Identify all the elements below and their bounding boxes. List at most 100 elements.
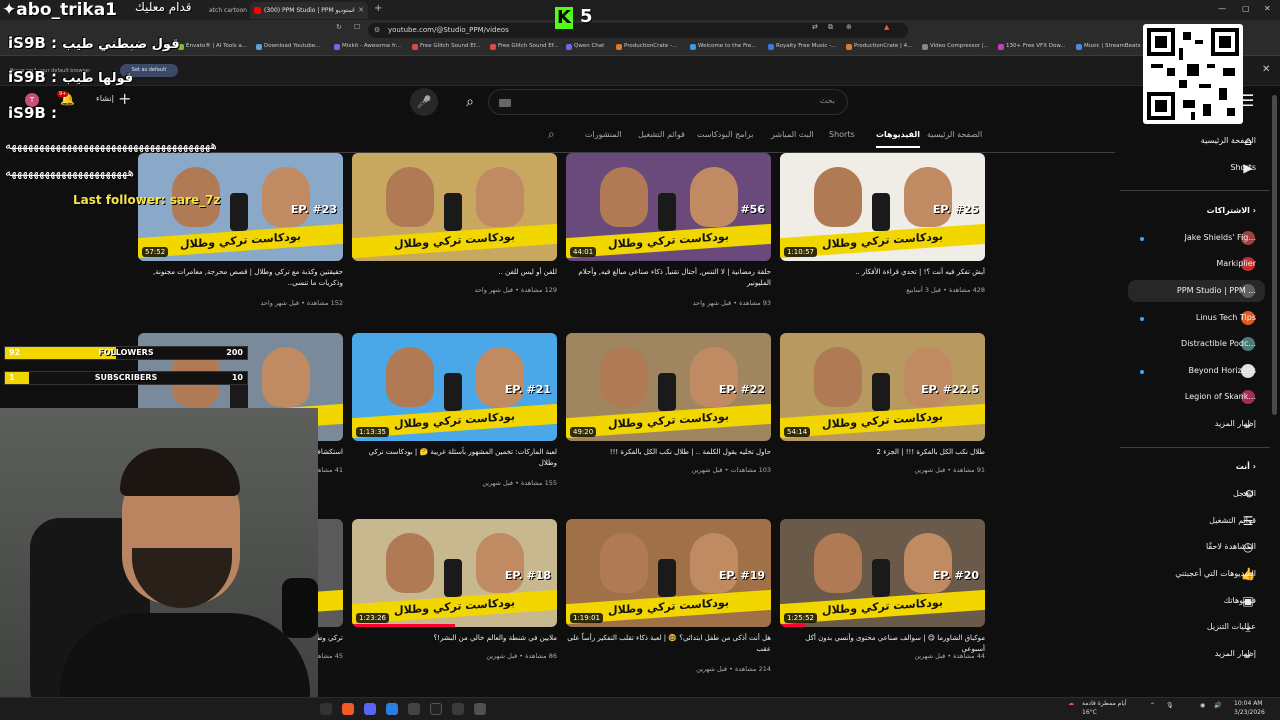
bookmark-item[interactable]: Qwen Chat <box>566 43 604 50</box>
sidebar-subscription-item[interactable]: Jake Shields' Fig... <box>1184 233 1256 242</box>
maximize-icon[interactable]: ▢ <box>1242 4 1250 13</box>
subscriptions-header[interactable]: الاشتراكات › <box>1207 206 1256 215</box>
video-title[interactable]: ملايين في شنطة والعالم خالي من البشر!؟ <box>352 633 557 644</box>
tab-playlists[interactable]: قوائم التشغيل <box>638 130 685 139</box>
chevron-down-icon[interactable]: ⌄ <box>1240 417 1256 431</box>
video-thumbnail[interactable]: بودكاست تركي وطلال <box>352 153 557 261</box>
page-scrollbar[interactable] <box>1272 95 1277 415</box>
taskbar-app-icon[interactable] <box>430 703 442 715</box>
sidebar-item-shorts[interactable]: Shorts <box>1230 163 1256 172</box>
brave-taskbar-icon[interactable] <box>342 703 354 715</box>
you-header[interactable]: أنت › <box>1236 462 1256 471</box>
bookmark-item[interactable]: Mixkit - Awesome fr... <box>334 43 401 50</box>
share-icon[interactable]: ⧉ <box>828 23 833 32</box>
search-icon[interactable]: ⌕ <box>455 89 485 115</box>
tab-shorts[interactable]: Shorts <box>829 130 855 139</box>
video-thumbnail[interactable]: بودكاست تركي وطلال EP. #23 57:52 <box>138 153 343 261</box>
volume-icon[interactable]: 🔊 <box>1214 702 1221 709</box>
taskbar-app-icon[interactable] <box>320 703 332 715</box>
tab-home[interactable]: الصفحة الرئيسية <box>927 130 982 139</box>
sidebar-subscription-item[interactable]: Legion of Skank... <box>1185 392 1256 401</box>
sidebar-you-item[interactable]: فيديوهاتك <box>1224 596 1256 605</box>
chevron-down-icon[interactable]: ⌄ <box>1240 647 1256 661</box>
close-window-icon[interactable]: ✕ <box>1264 4 1271 13</box>
channel-search-icon[interactable]: ⌕ <box>548 127 555 142</box>
video-thumbnail[interactable]: بودكاست تركي وطلال EP. #19 1:19:01 <box>566 519 771 627</box>
search-input[interactable]: بحث <box>488 89 848 115</box>
brave-shield-icon[interactable]: ▲ <box>884 23 889 31</box>
taskbar-app-icon[interactable] <box>452 703 464 715</box>
tray-chevron-icon[interactable]: ⌃ <box>1150 702 1155 709</box>
bookmark-item[interactable]: Free Glitch Sound Ef... <box>490 43 558 50</box>
webcam-microphone <box>282 578 318 638</box>
sidebar-subscription-item[interactable]: Beyond Horizons <box>1189 366 1256 375</box>
bookmark-item[interactable]: ProductionCrate | 4... <box>846 43 912 50</box>
refresh-icon[interactable]: ↻ <box>336 23 342 31</box>
sidebar-subscription-item[interactable]: Distractible Podc... <box>1181 339 1256 348</box>
bookmark-item[interactable]: Free Glitch Sound Ef... <box>412 43 480 50</box>
close-tab-icon[interactable]: ✕ <box>358 2 364 19</box>
weather-text[interactable]: أيام ممطرة قادمة <box>1082 700 1127 707</box>
video-title[interactable]: حلقة رمضانية | لا التنس, أحتال تقنياً, ذ… <box>566 267 771 289</box>
sidebar-you-item[interactable]: المشاهدة لاحقًا <box>1206 542 1256 551</box>
tab-podcasts[interactable]: برامج البودكاست <box>697 130 753 139</box>
video-thumbnail[interactable]: بودكاست تركي وطلال EP. #20 1:25:52 <box>780 519 985 627</box>
discord-taskbar-icon[interactable] <box>364 703 376 715</box>
tab-posts[interactable]: المنشورات <box>585 130 622 139</box>
site-info-icon[interactable]: ⚙ <box>374 23 380 38</box>
close-notice-icon[interactable]: ✕ <box>1262 64 1270 75</box>
tray-mic-icon[interactable]: 🎙 <box>1166 702 1174 709</box>
bookmark-item[interactable]: Royalty Free Music -... <box>768 43 836 50</box>
translate-icon[interactable]: ⇄ <box>812 23 818 31</box>
sidebar-subscription-item[interactable]: Linus Tech Tips <box>1196 313 1256 322</box>
video-title[interactable]: أيش تفكر فيه أنت ؟! | تحدي قراءة الأفكار… <box>780 267 985 278</box>
tab-live[interactable]: البث المباشر <box>771 130 814 139</box>
sidebar-subscription-item[interactable]: PPM Studio | PPM ... <box>1177 286 1256 295</box>
create-label[interactable]: إنشاء <box>96 94 114 103</box>
bookmark-icon[interactable]: ☐ <box>354 23 360 31</box>
video-thumbnail[interactable]: بودكاست تركي وطلال EP. #25 1:10:57 <box>780 153 985 261</box>
sidebar-item-home[interactable]: الصفحة الرئيسية <box>1201 136 1256 145</box>
bookmark-item[interactable]: Welcome to the Fre... <box>690 43 756 50</box>
sidebar-you-item[interactable]: الفيديوهات التي أعجبتني <box>1175 569 1256 578</box>
clock-time[interactable]: 10:04 AM <box>1234 700 1262 707</box>
video-thumbnail[interactable]: بودكاست تركي وطلال #56 44:01 <box>566 153 771 261</box>
keyboard-icon[interactable] <box>499 99 511 107</box>
clock-date[interactable]: 3/23/2026 <box>1234 709 1265 716</box>
create-plus-icon[interactable]: + <box>118 89 131 108</box>
tab-videos[interactable]: الفيديوهات <box>876 130 920 148</box>
video-title[interactable]: طلال نكب الكل بالفكرة !!! | الجزء 2 <box>780 447 986 458</box>
sidebar-you-item[interactable]: عمليات التنزيل <box>1207 622 1256 631</box>
wifi-icon[interactable]: ◉ <box>1200 702 1205 709</box>
stream-username: ✦abo_trika1 <box>2 0 117 20</box>
video-title[interactable]: هل أنت أذكى من طفل ابتدائي؟ 🤓 | لعبة ذكا… <box>566 633 771 655</box>
bookmark-item[interactable]: Envato® | AI Tools a... <box>178 43 247 50</box>
voice-search-mic-icon[interactable]: 🎤 <box>410 88 438 116</box>
sidebar-you-item[interactable]: السجل <box>1233 489 1256 498</box>
url-input[interactable]: ⚙ youtube.com/@Studio_PPM/videos <box>368 23 908 38</box>
explorer-taskbar-icon[interactable] <box>386 703 398 715</box>
minimize-icon[interactable]: — <box>1218 4 1226 13</box>
video-title[interactable]: حاول تخليه يقول الكلمة .. | طلال نكب الك… <box>566 447 771 458</box>
video-title[interactable]: للفن أو ليس للفن .. <box>352 267 558 278</box>
new-tab-icon[interactable]: + <box>374 3 382 14</box>
video-title[interactable]: لعبة الماركات: تخمين المشهور بأسئلة غريب… <box>352 447 557 469</box>
video-thumbnail[interactable]: بودكاست تركي وطلال EP. #22.5 54:14 <box>780 333 985 441</box>
settings-taskbar-icon[interactable] <box>474 703 486 715</box>
browser-tab-active[interactable]: (300) PPM Studio | PPM استوديو ✕ <box>250 2 368 19</box>
zoom-icon[interactable]: ⊕ <box>846 23 852 31</box>
bookmark-item[interactable]: Download Youtube... <box>256 43 320 50</box>
browser-tab[interactable]: atch cartoon <box>195 2 247 19</box>
sidebar-you-item[interactable]: قوائم التشغيل <box>1209 516 1256 525</box>
obs-taskbar-icon[interactable] <box>408 703 420 715</box>
bookmark-item[interactable]: Video Compressor |... <box>922 43 989 50</box>
thumbnail-person <box>600 533 648 593</box>
video-title[interactable]: حقيقتين وكذبة مع تركي وطلال | قصص محرجة,… <box>138 267 343 289</box>
bookmark-item[interactable]: ProductionCrate -... <box>616 43 677 50</box>
bookmark-item[interactable]: Music | StreamBeats <box>1076 43 1140 50</box>
bookmark-item[interactable]: 130+ Free VFX Dow... <box>998 43 1066 50</box>
sidebar-subscription-item[interactable]: Markiplier <box>1216 259 1256 268</box>
video-thumbnail[interactable]: بودكاست تركي وطلال EP. #18 1:23:26 <box>352 519 557 627</box>
video-thumbnail[interactable]: بودكاست تركي وطلال EP. #22 49:20 <box>566 333 771 441</box>
video-thumbnail[interactable]: بودكاست تركي وطلال EP. #21 1:13:35 <box>352 333 557 441</box>
